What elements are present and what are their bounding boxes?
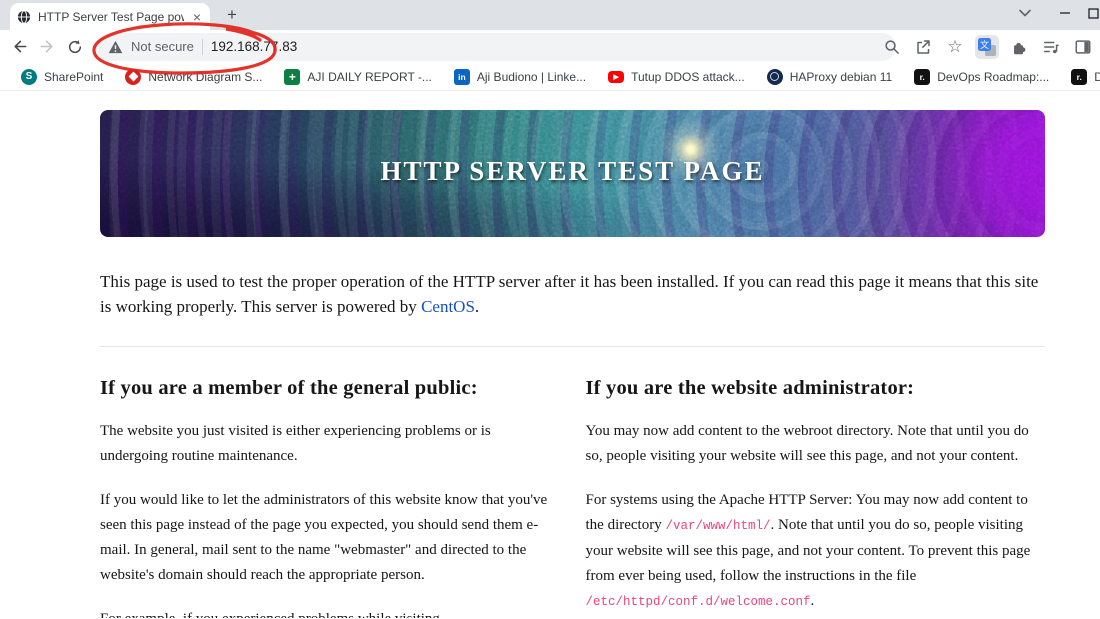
paragraph: The website you just visited is either e… xyxy=(100,423,491,464)
spreadsheet-icon: + xyxy=(284,68,301,85)
centos-link[interactable]: CentOS xyxy=(421,297,475,316)
back-button[interactable] xyxy=(6,34,32,60)
intro-paragraph: This page is used to test the proper ope… xyxy=(100,272,1039,316)
tab-strip: HTTP Server Test Page powered × + xyxy=(0,0,1100,30)
linkedin-icon: in xyxy=(453,68,470,85)
page-content: HTTP SERVER TEST PAGE This page is used … xyxy=(0,91,1100,618)
side-panel-icon[interactable] xyxy=(1070,34,1096,60)
general-public-column: If you are a member of the general publi… xyxy=(100,347,560,618)
bookmark-youtube[interactable]: ▶ Tutup DDOS attack... xyxy=(597,65,756,89)
forward-button[interactable] xyxy=(34,34,60,60)
bookmarks-bar: S SharePoint Network Diagram S... + AJI … xyxy=(0,63,1100,91)
tab-close-icon[interactable]: × xyxy=(191,10,203,24)
browser-tab[interactable]: HTTP Server Test Page powered × xyxy=(10,3,210,30)
not-secure-label: Not secure xyxy=(131,39,194,54)
administrator-heading: If you are the website administrator: xyxy=(585,377,915,399)
share-icon[interactable] xyxy=(910,34,936,60)
inline-code: /etc/httpd/conf.d/welcome.conf xyxy=(585,595,811,609)
paragraph: You may now add content to the webroot d… xyxy=(585,423,1029,464)
paragraph: If you would like to let the administrat… xyxy=(100,492,548,583)
omnibox-divider xyxy=(201,38,203,55)
browser-toolbar: Not secure 192.168.77.83 ☆ 文 xyxy=(0,30,1100,63)
diagram-icon xyxy=(125,68,142,85)
new-tab-button[interactable]: + xyxy=(220,3,244,27)
window-maximize-button[interactable] xyxy=(1080,2,1100,24)
browser-window: HTTP Server Test Page powered × + Not s xyxy=(0,0,1100,619)
tab-title: HTTP Server Test Page powered xyxy=(38,9,184,24)
extensions-puzzle-icon[interactable] xyxy=(1006,34,1032,60)
search-icon[interactable] xyxy=(878,34,904,60)
youtube-icon: ▶ xyxy=(608,70,625,83)
roadmap-icon: r. xyxy=(914,68,931,85)
banner-title: HTTP SERVER TEST PAGE xyxy=(380,156,765,186)
inline-code: /var/www/html/ xyxy=(665,519,771,533)
bookmark-linkedin[interactable]: in Aji Budiono | Linke... xyxy=(443,65,597,89)
administrator-column: If you are the website administrator: Yo… xyxy=(586,347,1046,618)
window-chevron-icon[interactable] xyxy=(1012,2,1038,24)
bookmark-network-diagram[interactable]: Network Diagram S... xyxy=(114,65,273,89)
address-bar[interactable]: Not secure 192.168.77.83 xyxy=(96,32,896,61)
bookmark-haproxy[interactable]: HAProxy debian 11 xyxy=(756,65,904,89)
bookmark-sharepoint[interactable]: S SharePoint xyxy=(10,65,114,89)
media-controls-icon[interactable] xyxy=(1038,34,1064,60)
haproxy-icon xyxy=(766,68,783,85)
url-text[interactable]: 192.168.77.83 xyxy=(211,39,297,54)
paragraph: For systems using the Apache HTTP Server… xyxy=(585,492,1031,609)
bookmark-aji-daily-report[interactable]: + AJI DAILY REPORT -... xyxy=(273,65,442,89)
sharepoint-icon: S xyxy=(21,68,37,85)
general-public-heading: If you are a member of the general publi… xyxy=(100,377,478,399)
window-minimize-button[interactable] xyxy=(1052,2,1078,24)
translate-extension-icon[interactable]: 文 xyxy=(974,34,1000,60)
bookmark-star-icon[interactable]: ☆ xyxy=(942,34,968,60)
bookmark-devops-roadmap[interactable]: r. DevOps Roadmap:... xyxy=(903,65,1060,89)
bookmark-docker-roadmap[interactable]: r. Docker Roadmap -... xyxy=(1060,65,1100,89)
globe-favicon-icon xyxy=(17,9,31,24)
roadmap-icon: r. xyxy=(1071,68,1088,85)
test-page-banner: HTTP SERVER TEST PAGE xyxy=(100,110,1045,237)
reload-button[interactable] xyxy=(62,34,88,60)
paragraph: For example, if you experienced problems… xyxy=(100,607,560,618)
not-secure-warning-icon[interactable] xyxy=(108,40,123,54)
